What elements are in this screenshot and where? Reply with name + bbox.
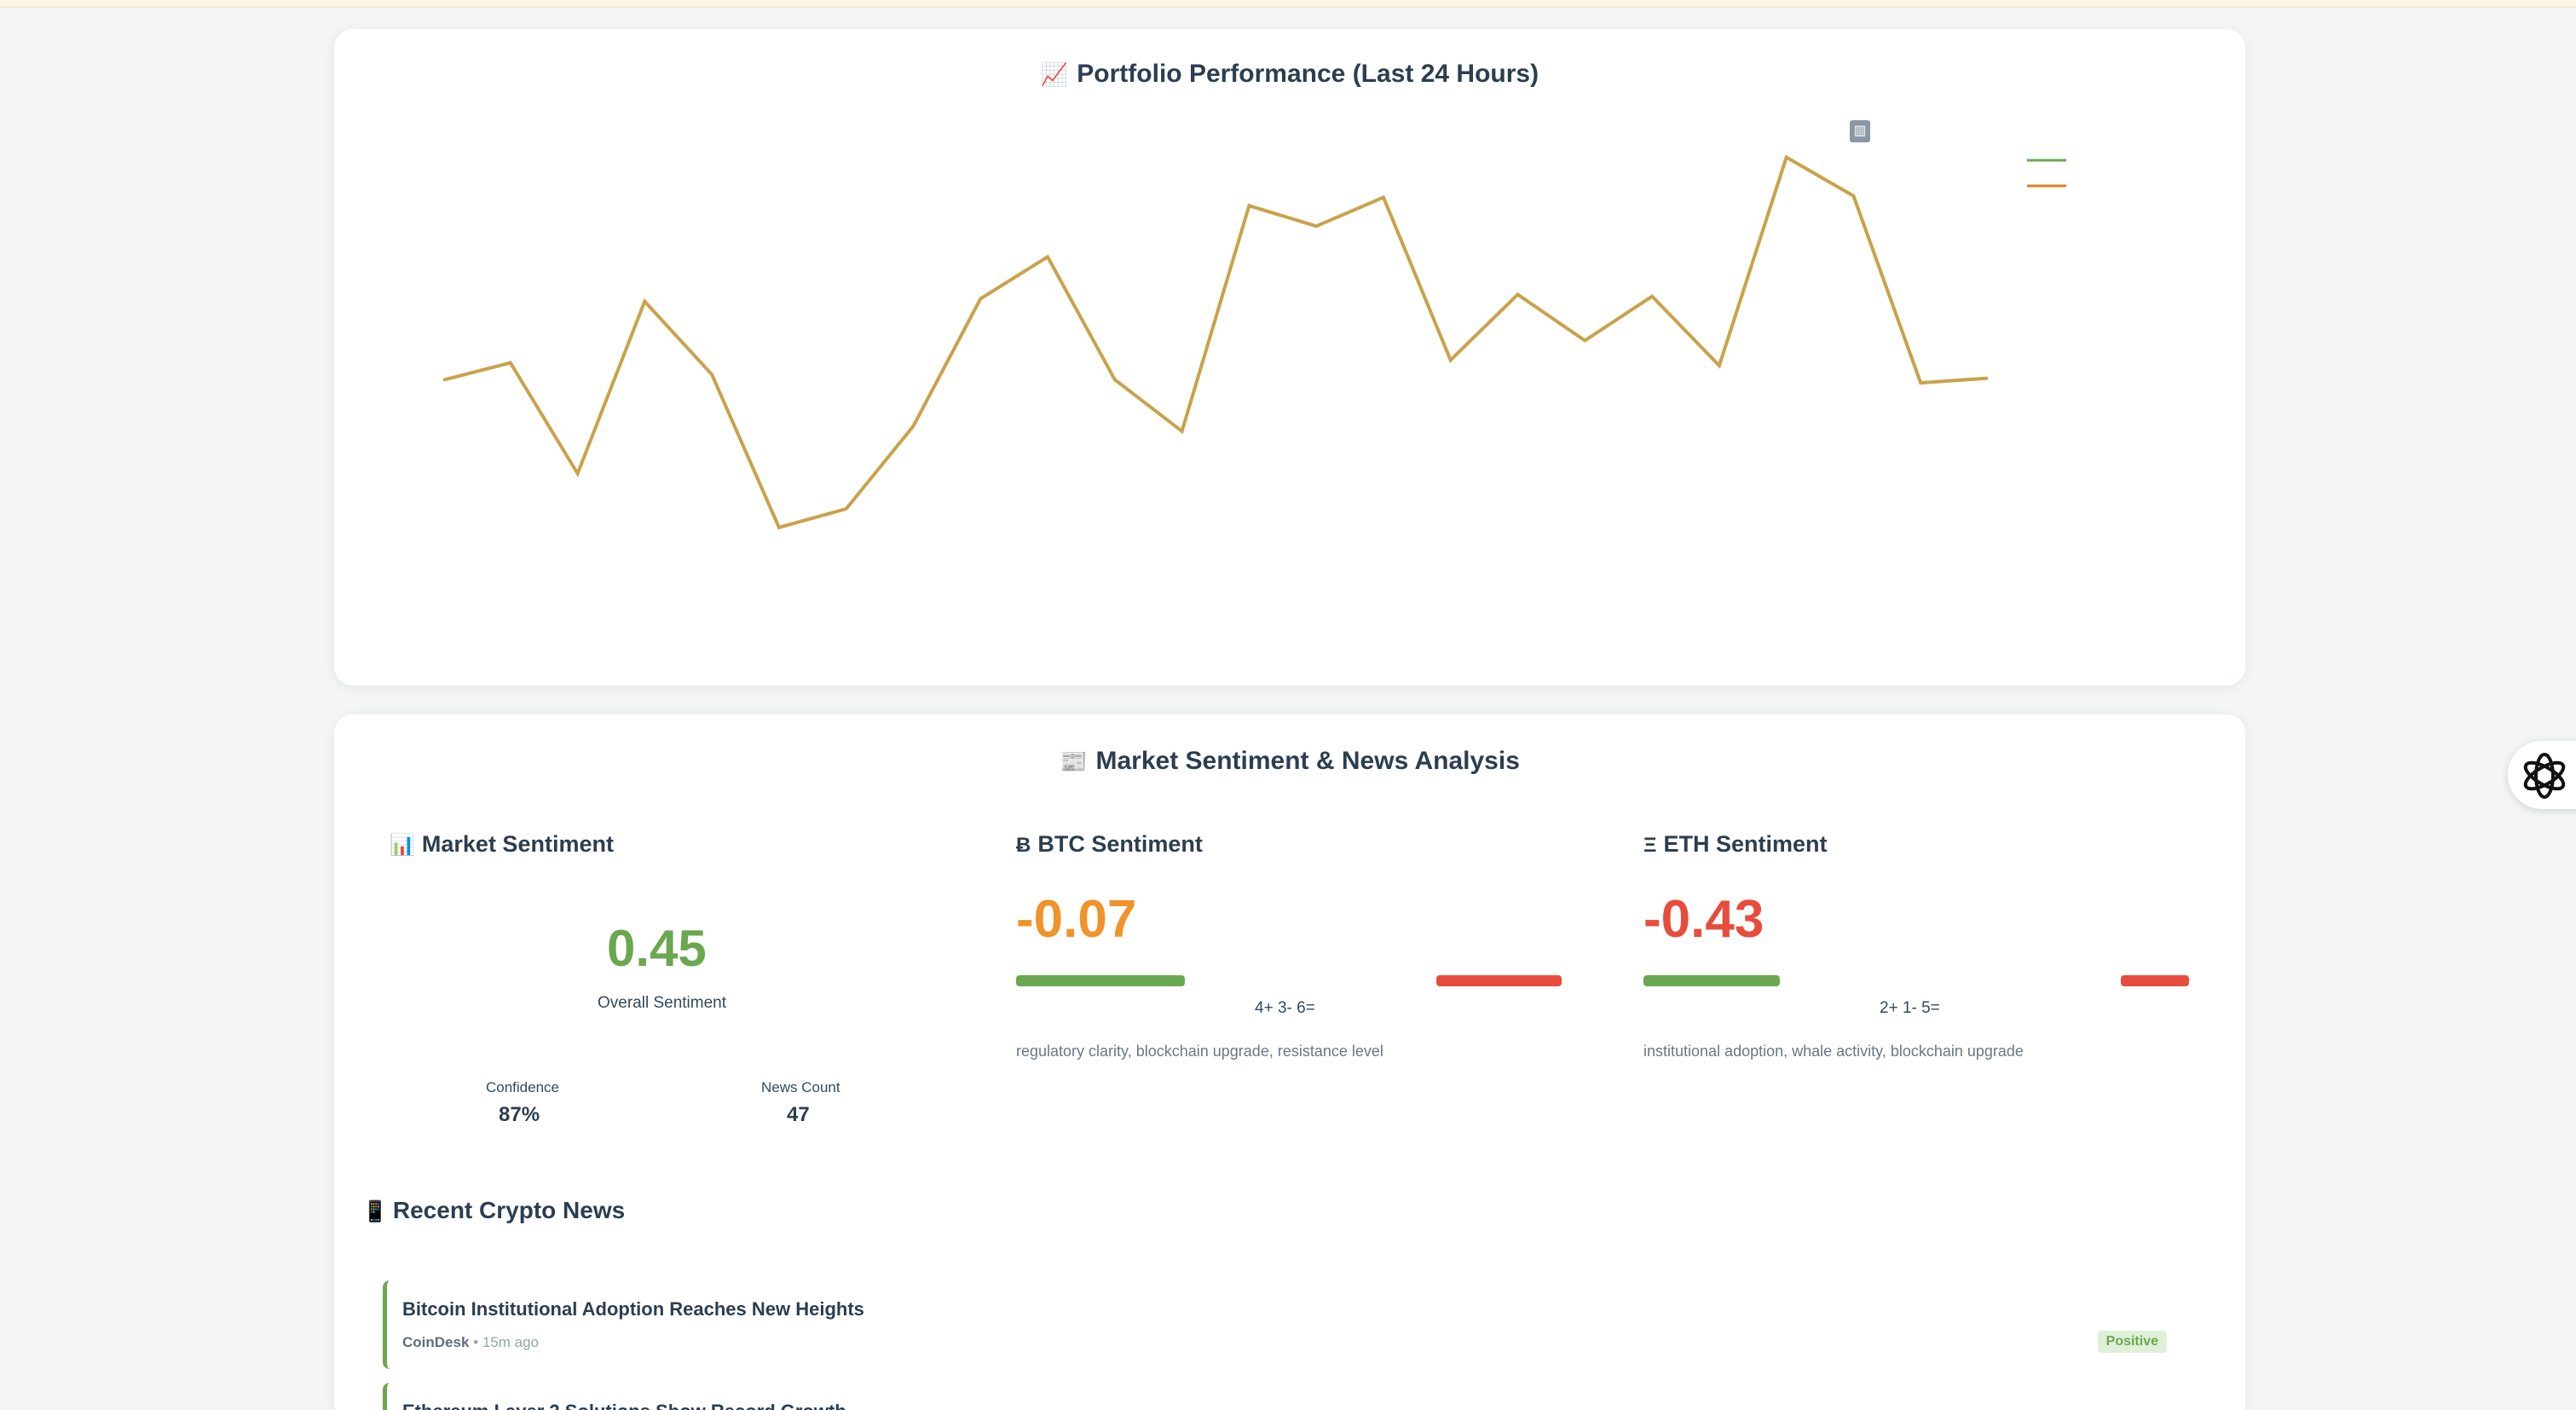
data-point[interactable] [1848, 191, 1858, 201]
confidence-value: 87% [499, 1103, 540, 1126]
btc-negative-bar [1436, 975, 1562, 986]
data-point[interactable] [438, 375, 448, 385]
news-title[interactable]: Bitcoin Institutional Adoption Reaches N… [402, 1298, 864, 1320]
recent-news-heading: 📱 Recent Crypto News [362, 1197, 626, 1223]
data-point[interactable] [1110, 374, 1120, 384]
news-count-value: 47 [787, 1103, 810, 1126]
data-point[interactable] [1378, 192, 1389, 202]
data-point[interactable] [1446, 355, 1456, 365]
data-point[interactable] [1244, 200, 1254, 211]
data-point[interactable] [639, 297, 650, 307]
news-item[interactable]: Ethereum Layer 2 Solutions Show Record G… [383, 1383, 2190, 1410]
btc-keywords: regulatory clarity, blockchain upgrade, … [1016, 1043, 1383, 1060]
assistant-button[interactable] [2508, 741, 2576, 809]
data-point[interactable] [774, 523, 784, 533]
eth-keywords: institutional adoption, whale activity, … [1643, 1043, 2024, 1060]
data-point[interactable] [1043, 251, 1053, 262]
eth-sentiment-counts: 2+ 1- 5= [1880, 999, 1940, 1017]
btc-sentiment-counts: 4+ 3- 6= [1255, 999, 1315, 1017]
data-point[interactable] [841, 504, 852, 514]
portfolio-performance-card: 📈 Portfolio Performance (Last 24 Hours) ▥ [334, 29, 2245, 685]
btc-sentiment-heading: Ƀ BTC Sentiment [1016, 831, 1203, 857]
news-source: CoinDesk [402, 1334, 470, 1350]
data-point[interactable] [707, 369, 717, 379]
sentiment-badge: Positive [2097, 1331, 2167, 1353]
data-point[interactable] [1983, 373, 1993, 384]
data-point[interactable] [908, 421, 918, 431]
openai-logo-icon [2523, 753, 2566, 799]
data-point[interactable] [1647, 292, 1657, 302]
bar-chart-icon: 📊 [390, 834, 415, 857]
performance-line-chart [438, 153, 2066, 533]
eth-negative-bar [2121, 975, 2189, 986]
news-meta: CoinDesk • 15m ago [402, 1334, 539, 1351]
data-point[interactable] [1311, 221, 1321, 231]
newspaper-icon: 📰 [1060, 748, 1088, 774]
btc-sentiment-score: -0.07 [1016, 890, 1137, 949]
top-banner [0, 0, 2576, 8]
series-line-0 [442, 154, 1989, 530]
bitcoin-icon: Ƀ [1016, 834, 1031, 857]
data-point[interactable] [1580, 335, 1590, 345]
data-point[interactable] [505, 358, 516, 368]
data-point[interactable] [573, 468, 583, 478]
news-item[interactable]: Bitcoin Institutional Adoption Reaches N… [383, 1280, 2190, 1369]
data-point[interactable] [1915, 378, 1926, 388]
confidence-label: Confidence [486, 1079, 560, 1095]
news-count-label: News Count [761, 1079, 840, 1095]
news-time: • 15m ago [473, 1334, 539, 1350]
data-point[interactable] [975, 293, 985, 303]
ethereum-icon: Ξ [1643, 834, 1657, 857]
eth-sentiment-heading: Ξ ETH Sentiment [1643, 831, 1828, 857]
overall-sentiment-score: 0.45 [607, 920, 707, 977]
eth-positive-bar [1643, 975, 1780, 986]
market-sentiment-heading: 📊 Market Sentiment [390, 831, 614, 857]
eth-sentiment-score: -0.43 [1643, 890, 1765, 949]
bar-chart-icon[interactable]: ▥ [1850, 120, 1870, 142]
market-sentiment-card: 📰 Market Sentiment & News Analysis 📊 Marke… [334, 714, 2245, 1410]
data-point[interactable] [1513, 289, 1523, 299]
data-point[interactable] [1714, 361, 1724, 371]
data-point[interactable] [1177, 426, 1187, 436]
news-title[interactable]: Ethereum Layer 2 Solutions Show Record G… [402, 1401, 846, 1410]
btc-positive-bar [1016, 975, 1185, 986]
data-point[interactable] [1782, 153, 1792, 163]
sentiment-title: 📰 Market Sentiment & News Analysis [1060, 747, 1520, 775]
overall-sentiment-label: Overall Sentiment [598, 994, 727, 1012]
mobile-phone-icon: 📱 [362, 1200, 388, 1223]
